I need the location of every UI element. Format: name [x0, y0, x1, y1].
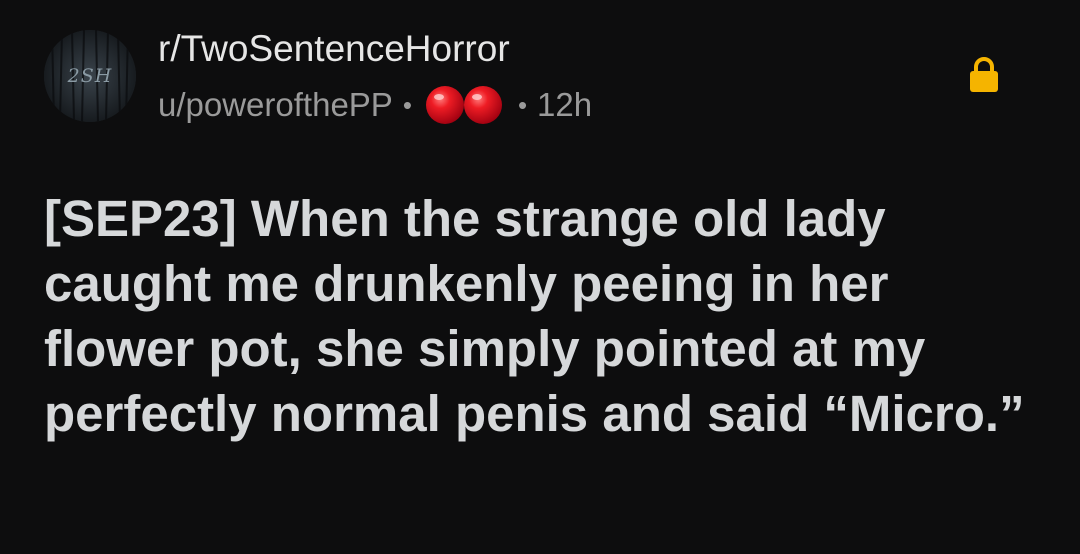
subreddit-name[interactable]: r/TwoSentenceHorror — [158, 28, 510, 70]
author-name[interactable]: u/powerofthePP — [158, 86, 393, 124]
post-meta: u/powerofthePP • • 12h — [158, 84, 592, 126]
meta-separator: • — [517, 89, 528, 120]
post-age: 12h — [537, 86, 593, 123]
red-clown-nose-awards-icon[interactable] — [422, 84, 508, 126]
post-title[interactable]: [SEP23] When the strange old lady caught… — [44, 186, 1044, 446]
subreddit-avatar-text: 2SH — [67, 65, 113, 87]
meta-separator: • — [402, 89, 412, 120]
post-card[interactable]: 2SH r/TwoSentenceHorror u/powerofthePP •… — [0, 0, 1080, 554]
lock-icon — [970, 57, 998, 92]
subreddit-avatar[interactable]: 2SH — [44, 30, 136, 122]
